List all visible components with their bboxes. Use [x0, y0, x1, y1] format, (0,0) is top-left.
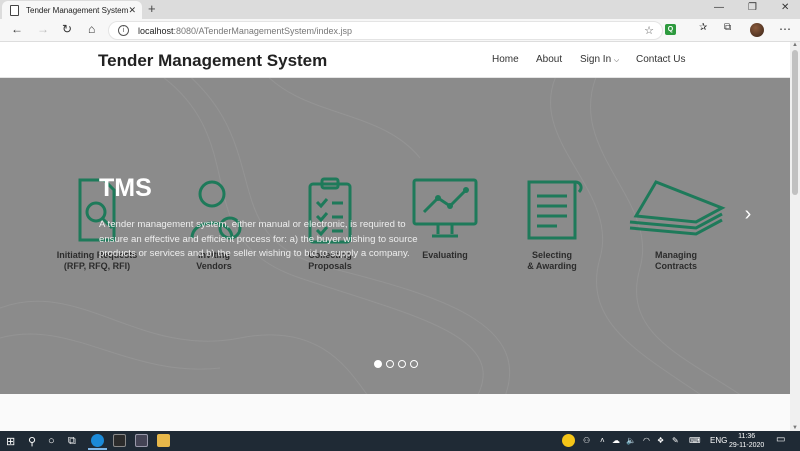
terminal-icon[interactable] — [113, 434, 126, 447]
site-info-icon[interactable]: i — [118, 25, 129, 36]
process-step-managing: Managing Contracts — [624, 176, 728, 272]
notification-icon[interactable]: ▭ — [776, 434, 785, 445]
step-label: Selecting & Awarding — [527, 250, 577, 271]
scrollbar-thumb[interactable] — [792, 50, 798, 195]
pen-icon[interactable]: ✎ — [672, 436, 679, 445]
site-brand[interactable]: Tender Management System — [98, 51, 327, 71]
more-menu-icon[interactable]: ⋯ — [779, 22, 791, 36]
new-tab-icon[interactable]: + — [148, 1, 156, 16]
page-content-below — [0, 394, 790, 431]
cloud-icon[interactable]: ☁ — [612, 436, 620, 445]
hero-title: TMS — [99, 174, 152, 202]
clock-date: 29-11-2020 — [729, 442, 765, 449]
minimize-icon[interactable]: — — [714, 2, 724, 13]
scroll-up-icon[interactable]: ▲ — [792, 42, 798, 48]
nav-home[interactable]: Home — [492, 54, 519, 65]
carousel-indicator[interactable] — [386, 360, 394, 368]
extension-icon[interactable]: Q — [665, 24, 676, 35]
step-label: Managing Contracts — [654, 250, 697, 271]
carousel-indicator[interactable] — [410, 360, 418, 368]
file-explorer-icon[interactable] — [157, 434, 170, 447]
task-view-icon[interactable]: ⧉ — [68, 435, 76, 448]
clock-time: 11:36 — [738, 433, 756, 440]
scroll-icon — [527, 180, 583, 240]
favorite-star-icon[interactable]: ☆ — [644, 24, 654, 37]
refresh-icon[interactable]: ↻ — [62, 22, 72, 36]
process-step-selecting: Selecting & Awarding — [512, 176, 592, 272]
volume-icon[interactable]: 🔈 — [626, 436, 636, 445]
carousel-next-button[interactable]: › — [737, 202, 759, 226]
hero-carousel: Initiating Requests (RFP, RFQ, RFI) Invi… — [0, 78, 790, 394]
network-icon[interactable]: ◠ — [643, 436, 650, 445]
carousel-indicator[interactable] — [374, 360, 382, 368]
tab-title: Tender Management System — [26, 5, 129, 15]
site-header: Tender Management System Home About Sign… — [0, 42, 790, 78]
clock[interactable]: 11:36 29-11-2020 — [729, 432, 764, 450]
close-tab-icon[interactable]: ✕ — [128, 5, 136, 16]
search-icon[interactable]: ⚲ — [28, 435, 36, 448]
nav-sign-in[interactable]: Sign In ⌵ — [580, 54, 619, 65]
favorites-icon[interactable]: ✰ — [699, 22, 707, 33]
home-icon[interactable]: ⌂ — [88, 22, 95, 36]
nav-contact-us[interactable]: Contact Us — [636, 54, 685, 65]
browser-toolbar: ← → ↻ ⌂ i localhost:8080/ATenderManageme… — [0, 19, 800, 42]
language-indicator[interactable]: ENG — [710, 436, 727, 445]
url-text[interactable]: localhost:8080/ATenderManagementSystem/i… — [138, 26, 352, 36]
collections-icon[interactable]: ⧉ — [724, 22, 731, 33]
close-window-icon[interactable]: ✕ — [781, 2, 789, 13]
browser-tab[interactable]: Tender Management System ✕ — [2, 1, 142, 19]
windows-taskbar: ⊞ ⚲ ○ ⧉ ⚇ ˄ ☁ 🔈 ◠ ❖ ✎ ⌨ ENG 11:36 29-11-… — [0, 431, 800, 451]
nav-about[interactable]: About — [536, 54, 562, 65]
windows-start-icon[interactable]: ⊞ — [6, 435, 15, 448]
profile-avatar[interactable] — [750, 23, 764, 37]
help-icon[interactable] — [562, 434, 575, 447]
people-tray-icon[interactable]: ⚇ — [583, 436, 590, 445]
chevron-down-icon: ⌵ — [613, 57, 620, 64]
app-icon[interactable] — [135, 434, 148, 447]
stacked-papers-icon — [629, 180, 726, 236]
hero-description: A tender management system, either manua… — [99, 219, 418, 260]
carousel-indicators — [374, 360, 418, 368]
address-bar[interactable]: i localhost:8080/ATenderManagementSystem… — [108, 21, 663, 40]
dropbox-icon[interactable]: ❖ — [657, 436, 664, 445]
keyboard-icon[interactable]: ⌨ — [689, 436, 701, 445]
edge-browser-icon[interactable] — [88, 434, 107, 450]
browser-tab-strip: Tender Management System ✕ + — ❐ ✕ — [0, 0, 800, 19]
forward-icon[interactable]: → — [37, 22, 49, 36]
show-hidden-icons[interactable]: ˄ — [600, 436, 605, 445]
page-icon — [10, 4, 19, 16]
maximize-icon[interactable]: ❐ — [748, 2, 757, 13]
cortana-icon[interactable]: ○ — [48, 435, 55, 447]
back-icon[interactable]: ← — [11, 22, 23, 36]
chevron-right-icon: › — [744, 203, 752, 225]
carousel-indicator[interactable] — [398, 360, 406, 368]
page-scrollbar[interactable]: ▲ ▼ — [790, 42, 800, 431]
